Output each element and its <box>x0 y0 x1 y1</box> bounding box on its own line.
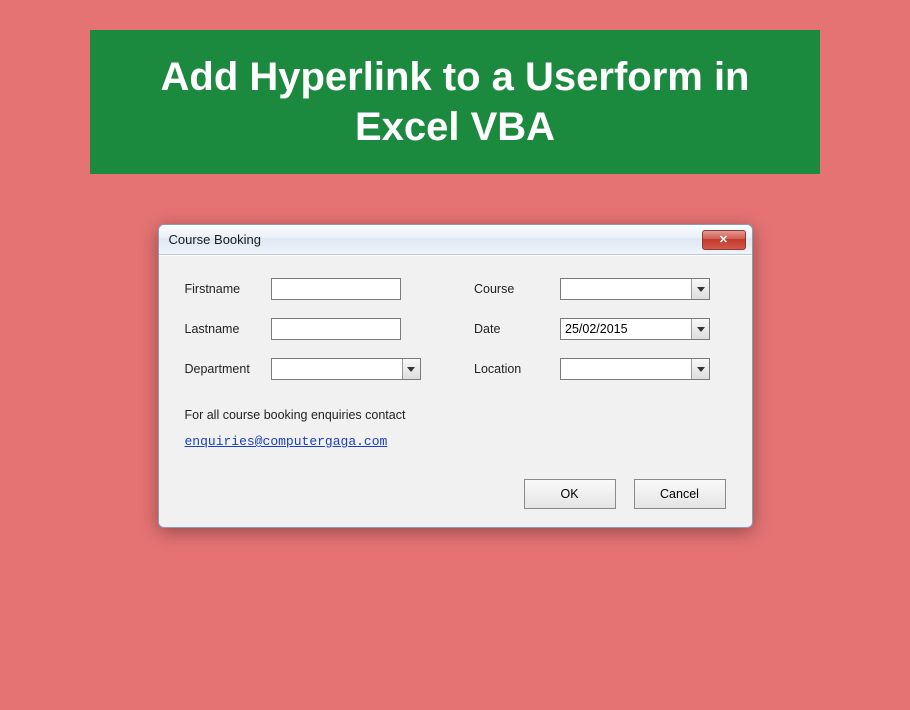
department-combobox-wrap <box>271 358 421 380</box>
cancel-button[interactable]: Cancel <box>634 479 726 509</box>
titlebar: Course Booking ✕ <box>159 225 752 255</box>
form-grid: Firstname Course Lastname Date <box>185 278 726 380</box>
label-date: Date <box>474 322 560 336</box>
banner-title: Add Hyperlink to a Userform in Excel VBA <box>161 55 750 149</box>
field-department: Department <box>185 358 437 380</box>
window-title: Course Booking <box>169 232 262 247</box>
field-firstname: Firstname <box>185 278 437 300</box>
course-combobox-wrap <box>560 278 710 300</box>
field-lastname: Lastname <box>185 318 437 340</box>
label-lastname: Lastname <box>185 322 271 336</box>
firstname-input[interactable] <box>271 278 401 300</box>
close-icon: ✕ <box>719 233 728 246</box>
label-firstname: Firstname <box>185 282 271 296</box>
label-course: Course <box>474 282 560 296</box>
lastname-input[interactable] <box>271 318 401 340</box>
field-course: Course <box>474 278 726 300</box>
field-date: Date <box>474 318 726 340</box>
email-hyperlink[interactable]: enquiries@computergaga.com <box>185 434 388 449</box>
label-location: Location <box>474 362 560 376</box>
location-combobox[interactable] <box>560 358 710 380</box>
label-department: Department <box>185 362 271 376</box>
department-combobox[interactable] <box>271 358 421 380</box>
field-location: Location <box>474 358 726 380</box>
location-combobox-wrap <box>560 358 710 380</box>
contact-block: For all course booking enquiries contact… <box>185 408 726 449</box>
close-button[interactable]: ✕ <box>702 230 746 250</box>
ok-button[interactable]: OK <box>524 479 616 509</box>
page-banner: Add Hyperlink to a Userform in Excel VBA <box>90 30 820 174</box>
contact-text: For all course booking enquiries contact <box>185 408 726 422</box>
window-body: Firstname Course Lastname Date <box>159 255 752 527</box>
date-combobox-wrap <box>560 318 710 340</box>
button-row: OK Cancel <box>185 479 726 509</box>
date-combobox[interactable] <box>560 318 710 340</box>
course-combobox[interactable] <box>560 278 710 300</box>
userform-window: Course Booking ✕ Firstname Course Lastna… <box>158 224 753 528</box>
